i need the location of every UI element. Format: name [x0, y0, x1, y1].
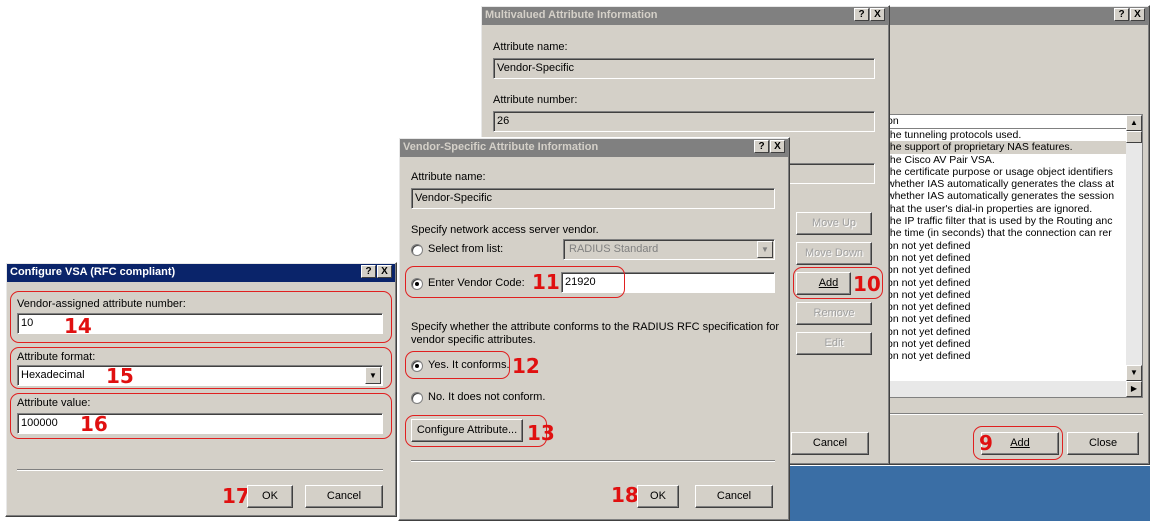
list-item[interactable]: on not yet defined — [886, 277, 1142, 289]
list-item[interactable]: that the user's dial-in properties are i… — [886, 203, 1142, 215]
chevron-down-icon[interactable]: ▼ — [757, 241, 773, 258]
move-up-button[interactable]: Move Up — [796, 212, 872, 235]
chevron-down-icon[interactable]: ▼ — [365, 367, 381, 384]
conform-prompt: Specify whether the attribute conforms t… — [411, 321, 780, 333]
close-dialog-button[interactable]: Close — [1067, 432, 1139, 455]
list-item[interactable]: on not yet defined — [886, 289, 1142, 301]
help-button[interactable]: ? — [361, 265, 376, 278]
select-from-list-radio[interactable] — [411, 244, 423, 256]
attribute-name-field: Vendor-Specific — [411, 188, 775, 209]
separator — [17, 469, 383, 471]
close-button[interactable]: X — [870, 8, 885, 21]
annotation-highlight — [405, 266, 625, 298]
remove-button[interactable]: Remove — [796, 302, 872, 325]
configure-vsa-dialog: Configure VSA (RFC compliant) ? X Vendor… — [5, 262, 397, 517]
list-item[interactable]: the certificate purpose or usage object … — [886, 166, 1142, 178]
desktop-background — [788, 466, 1150, 521]
cancel-button[interactable]: Cancel — [305, 485, 383, 508]
list-item[interactable]: the support of proprietary NAS features. — [886, 141, 1142, 154]
annotation-number: 15 — [106, 364, 134, 388]
horizontal-scrollbar[interactable]: ▶ — [886, 381, 1142, 397]
no-conform-label: No. It does not conform. — [428, 391, 546, 403]
dialog-title: Configure VSA (RFC compliant) — [7, 264, 395, 282]
scroll-thumb[interactable] — [1126, 131, 1142, 143]
list-item[interactable]: on not yet defined — [886, 252, 1142, 264]
scroll-right-icon[interactable]: ▶ — [1126, 381, 1142, 397]
help-button[interactable]: ? — [854, 8, 869, 21]
list-header: on — [886, 115, 1142, 129]
attribute-number-field: 26 — [493, 111, 875, 132]
annotation-highlight — [405, 415, 547, 447]
cancel-button[interactable]: Cancel — [791, 432, 869, 455]
move-down-button[interactable]: Move Down — [796, 242, 872, 265]
annotation-number: 9 — [979, 431, 993, 455]
list-item[interactable]: whether IAS automatically generates the … — [886, 178, 1142, 190]
vertical-scrollbar[interactable]: ▲ ▼ — [1126, 115, 1142, 381]
attribute-format-value: Hexadecimal — [21, 369, 85, 381]
separator — [411, 460, 775, 462]
close-button[interactable]: X — [770, 140, 785, 153]
attribute-list[interactable]: on the tunneling protocols used. the sup… — [885, 114, 1143, 398]
annotation-number: 14 — [64, 314, 92, 338]
cancel-button[interactable]: Cancel — [695, 485, 773, 508]
select-from-list-label: Select from list: — [428, 243, 504, 255]
dialog-title: Vendor-Specific Attribute Information — [400, 139, 788, 157]
vendor-specific-dialog: Vendor-Specific Attribute Information ? … — [398, 137, 790, 521]
list-item[interactable]: on not yet defined — [886, 264, 1142, 276]
dialog-title: Multivalued Attribute Information — [482, 7, 888, 25]
list-item[interactable]: the Cisco AV Pair VSA. — [886, 154, 1142, 166]
close-button[interactable]: X — [1130, 8, 1145, 21]
list-item[interactable]: on not yet defined — [886, 313, 1142, 325]
ok-button[interactable]: OK — [637, 485, 679, 508]
attribute-format-select[interactable]: Hexadecimal ▼ — [17, 365, 383, 386]
list-item[interactable]: on not yet defined — [886, 240, 1142, 252]
attribute-format-label: Attribute format: — [17, 351, 96, 363]
list-item[interactable]: on not yet defined — [886, 301, 1142, 313]
no-conform-radio[interactable] — [411, 392, 423, 404]
attribute-name-field: Vendor-Specific — [493, 58, 875, 79]
conform-prompt-2: vendor specific attributes. — [411, 334, 536, 346]
edit-button[interactable]: Edit — [796, 332, 872, 355]
attribute-name-label: Attribute name: — [493, 41, 568, 53]
scroll-up-icon[interactable]: ▲ — [1126, 115, 1142, 131]
annotation-number: 13 — [527, 421, 555, 445]
annotation-number: 16 — [80, 412, 108, 436]
list-item[interactable]: on not yet defined — [886, 350, 1142, 362]
ok-button[interactable]: OK — [247, 485, 293, 508]
attribute-value-input[interactable]: 100000 — [17, 413, 383, 434]
attribute-name-label: Attribute name: — [411, 171, 486, 183]
help-button[interactable]: ? — [754, 140, 769, 153]
vendor-select-value: RADIUS Standard — [569, 243, 659, 255]
close-button[interactable]: X — [377, 265, 392, 278]
annotation-number: 18 — [611, 483, 639, 507]
annotation-highlight — [405, 351, 510, 379]
list-item[interactable]: the IP traffic filter that is used by th… — [886, 215, 1142, 227]
list-item[interactable]: whether IAS automatically generates the … — [886, 190, 1142, 202]
annotation-number: 17 — [222, 484, 250, 508]
attribute-number-label: Attribute number: — [493, 94, 578, 106]
annotation-number: 12 — [512, 354, 540, 378]
help-button[interactable]: ? — [1114, 8, 1129, 21]
vendor-prompt: Specify network access server vendor. — [411, 224, 599, 236]
annotation-number: 11 — [532, 270, 560, 294]
list-item[interactable]: the tunneling protocols used. — [886, 129, 1142, 141]
vendor-select[interactable]: RADIUS Standard ▼ — [563, 239, 775, 260]
list-item[interactable]: the time (in seconds) that the connectio… — [886, 227, 1142, 239]
list-item[interactable]: on not yet defined — [886, 326, 1142, 338]
attribute-value-label: Attribute value: — [17, 397, 91, 409]
list-item[interactable]: on not yet defined — [886, 338, 1142, 350]
attribute-number-label: Vendor-assigned attribute number: — [17, 298, 186, 310]
scroll-down-icon[interactable]: ▼ — [1126, 365, 1142, 381]
annotation-number: 10 — [853, 272, 881, 296]
